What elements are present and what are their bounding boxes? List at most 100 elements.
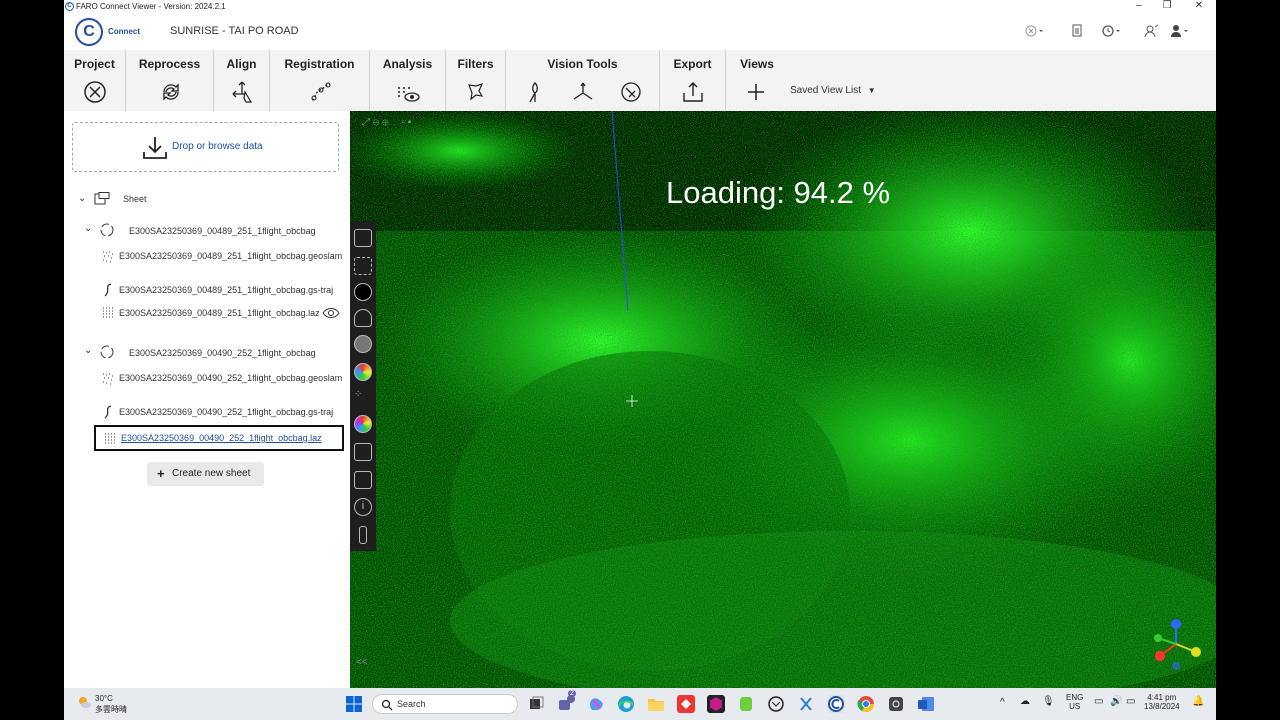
square-icon[interactable]: ▫: [401, 117, 405, 128]
tree-item-laz-2-selected[interactable]: E300SA23250369_00490_252_1flight_obcbag.…: [94, 425, 344, 451]
ribbon-title-project: Project: [74, 57, 115, 71]
ribbon-group-filters: Filters: [446, 50, 506, 111]
maximize-button[interactable]: ❐: [1154, 0, 1180, 11]
grid-icon[interactable]: [354, 257, 372, 275]
chevron-down-icon[interactable]: ⌄: [84, 223, 92, 234]
viewport-zoom-controls[interactable]: ⤢ ⊖ ⊕ ▫ ▪: [362, 117, 411, 131]
filters-icon[interactable]: [463, 80, 489, 104]
eye-icon[interactable]: [322, 306, 340, 320]
box-settings-icon[interactable]: [354, 471, 372, 489]
weather-widget[interactable]: 30°C 多雲時晴: [76, 694, 127, 715]
chevron-up-icon[interactable]: ^: [1000, 697, 1005, 708]
tree-item-laz-2-label: E300SA23250369_00490_252_1flight_obcbag.…: [121, 433, 322, 443]
sheet-label: Sheet: [123, 194, 147, 204]
volume-icon[interactable]: 🔊: [1110, 696, 1122, 707]
tree-item-session-2[interactable]: E300SA23250369_00490_252_1flight_obcbag: [129, 348, 316, 358]
point-cloud-viewport[interactable]: ⤢ ⊖ ⊕ ▫ ▪ Loading: 94.2 % ⁘ i <<: [350, 111, 1216, 688]
tree-item-geoslam-2[interactable]: E300SA23250369_00490_252_1flight_obcbag.…: [119, 371, 342, 385]
export-icon[interactable]: [680, 80, 706, 104]
chat-badge: 2: [568, 690, 576, 697]
box-clip-icon[interactable]: [354, 443, 372, 461]
history-icon[interactable]: [1101, 24, 1121, 42]
notification-bell-icon[interactable]: 🔔: [1192, 696, 1204, 707]
word-icon[interactable]: [917, 695, 935, 713]
session-icon: [100, 223, 114, 237]
saved-view-list-dropdown[interactable]: Saved View List ▼: [790, 85, 876, 96]
analysis-icon[interactable]: [395, 80, 421, 104]
pick-point-icon[interactable]: [522, 80, 548, 104]
clock-date: 13/8/2024: [1144, 702, 1180, 711]
chatgpt-icon[interactable]: [767, 695, 785, 713]
align-icon[interactable]: [229, 80, 255, 104]
tree-item-geoslam-1[interactable]: E300SA23250369_00489_251_1flight_obcbag.…: [119, 249, 342, 263]
tree-item-session-1[interactable]: E300SA23250369_00489_251_1flight_obcbag: [129, 226, 316, 236]
cube-view-icon[interactable]: [354, 229, 372, 247]
reprocess-icon[interactable]: [158, 80, 184, 104]
point-size-icon[interactable]: [354, 283, 372, 301]
anydesk-icon[interactable]: [677, 695, 695, 713]
axis-tool-icon[interactable]: [570, 80, 596, 104]
minimize-button[interactable]: –: [1126, 0, 1152, 11]
color-wheel-icon[interactable]: [354, 363, 372, 381]
tree-item-traj-1[interactable]: E300SA23250369_00489_251_1flight_obcbag.…: [119, 285, 333, 295]
task-view-icon[interactable]: [527, 695, 545, 713]
ribbon-group-analysis: Analysis: [370, 50, 446, 111]
ribbon-group-align: Align: [214, 50, 270, 111]
zoom-in-icon[interactable]: ⊕: [382, 117, 389, 128]
chevron-down-icon[interactable]: ⌄: [84, 345, 92, 356]
mobile-app-icon[interactable]: [737, 695, 755, 713]
tree-item-traj-2[interactable]: E300SA23250369_00490_252_1flight_obcbag.…: [119, 407, 333, 417]
cloud-icon[interactable]: ☁: [1020, 696, 1030, 707]
create-new-sheet-label: Create new sheet: [172, 468, 251, 479]
clock[interactable]: 4:41 pm 13/8/2024: [1144, 693, 1180, 711]
document-icon[interactable]: [1067, 24, 1087, 42]
lightbulb-icon[interactable]: [354, 309, 372, 327]
language-indicator[interactable]: ENG US: [1066, 693, 1083, 711]
snipping-tool-icon[interactable]: [797, 695, 815, 713]
info-icon[interactable]: i: [354, 498, 372, 516]
ribbon-group-registration: Registration: [270, 50, 370, 111]
registration-icon[interactable]: [308, 80, 334, 104]
settings-app-icon[interactable]: [887, 695, 905, 713]
square-icon[interactable]: ▪: [408, 117, 412, 128]
download-icon: [143, 137, 167, 159]
ribbon-title-filters: Filters: [457, 57, 494, 71]
file-explorer-icon[interactable]: [647, 695, 665, 713]
chrome-icon[interactable]: [857, 695, 875, 713]
close-project-icon[interactable]: [82, 80, 108, 104]
ribbon-group-vision-tools: Vision Tools: [506, 50, 660, 111]
plus-icon: +: [157, 466, 165, 481]
chevron-down-icon[interactable]: ⌄: [78, 193, 86, 204]
display-icon[interactable]: ▭: [1094, 696, 1103, 707]
sphere-icon[interactable]: [354, 335, 372, 353]
account-icon[interactable]: [1170, 24, 1190, 42]
app-header: C Connect SUNRISE - TAI PO ROAD: [64, 14, 1216, 50]
ribbon-group-export: Export: [660, 50, 726, 111]
zoom-out-icon[interactable]: ⊖: [373, 117, 380, 128]
fit-view-icon[interactable]: ⤢: [362, 117, 370, 128]
create-new-sheet-button[interactable]: + Create new sheet: [147, 462, 264, 486]
battery-icon[interactable]: ▭: [1126, 696, 1135, 707]
rider-icon[interactable]: [707, 695, 725, 713]
faro-connect-icon[interactable]: [827, 695, 845, 713]
measure-icon[interactable]: [359, 526, 367, 544]
color-picker-icon[interactable]: [618, 80, 644, 104]
taskbar-search[interactable]: Search: [372, 694, 518, 714]
microphone-icon[interactable]: 🎙: [1042, 696, 1055, 707]
sync-status-icon[interactable]: [1024, 24, 1044, 42]
dots-filter-icon[interactable]: ⁘: [354, 389, 372, 407]
sheet-icon: [94, 192, 110, 206]
ribbon-title-export: Export: [673, 57, 712, 71]
edge-browser-icon[interactable]: [617, 695, 635, 713]
rgb-color-icon[interactable]: [354, 415, 372, 433]
teams-chat-icon[interactable]: 2: [557, 690, 576, 713]
windows-start-icon[interactable]: [345, 695, 363, 713]
close-window-button[interactable]: ✕: [1186, 0, 1212, 11]
collapse-panel-icon[interactable]: <<: [356, 657, 368, 668]
copilot-icon[interactable]: [587, 695, 605, 713]
user-settings-icon[interactable]: [1142, 24, 1162, 42]
tree-item-laz-1[interactable]: E300SA23250369_00489_251_1flight_obcbag.…: [119, 306, 339, 320]
add-view-icon[interactable]: [743, 80, 769, 104]
drop-zone[interactable]: Drop or browse data: [72, 122, 339, 172]
trajectory-icon: [101, 283, 115, 297]
